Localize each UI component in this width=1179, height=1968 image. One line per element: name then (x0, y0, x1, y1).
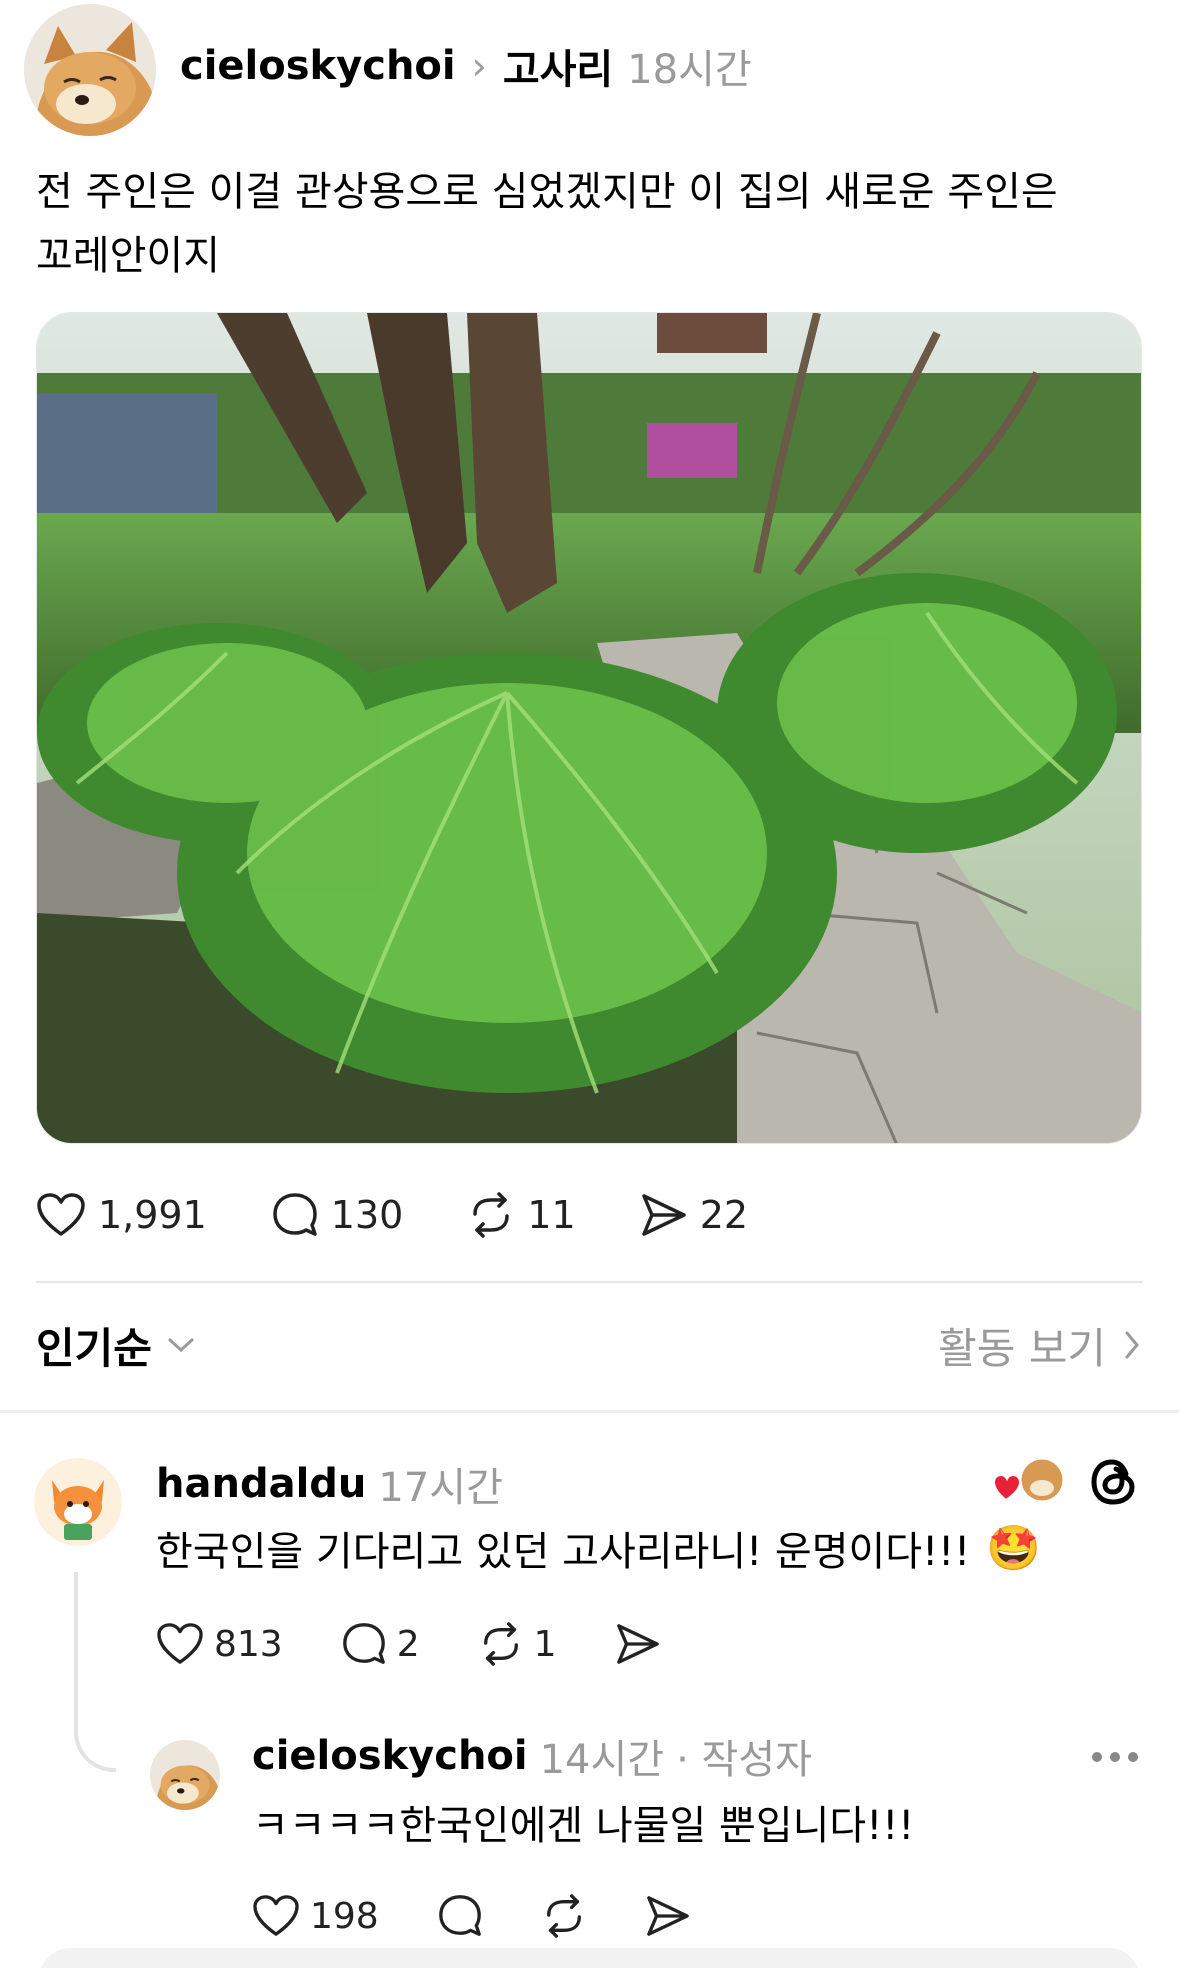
comment-repost-count: 1 (533, 1623, 557, 1665)
repost-icon (483, 1622, 518, 1666)
repost-icon (473, 1192, 510, 1238)
reply-comment-button[interactable] (437, 1893, 483, 1939)
reply-body: ㅋㅋㅋㅋ한국인에겐 나물일 뿐입니다!!! (252, 1792, 914, 1852)
comment-text: 한국인을 기다리고 있던 고사리라니! 운명이다!!! (156, 1529, 971, 1575)
comment-timestamp: 17시간 (378, 1465, 503, 1511)
reply-header: cieloskychoi 14시간 · 작성자 (252, 1726, 812, 1786)
topic-tag[interactable]: 고사리 (503, 37, 613, 95)
author-liked-icon (992, 1456, 1066, 1504)
comment-reply-count: 2 (396, 1623, 420, 1665)
reply-like-button[interactable]: 198 (252, 1894, 379, 1938)
sort-label: 인기순 (36, 1323, 152, 1373)
more-dot (1110, 1752, 1120, 1762)
repost-icon (546, 1894, 581, 1938)
comment-repost-button[interactable]: 1 (478, 1622, 557, 1666)
chevron-right-icon: › (471, 44, 487, 88)
star-struck-emoji-icon: 🤩 (986, 1523, 1041, 1574)
chevron-right-icon (1125, 1331, 1139, 1359)
more-options-button[interactable] (1092, 1752, 1138, 1762)
comment-icon (273, 1193, 317, 1236)
reply-count: 130 (330, 1193, 404, 1237)
reply-button[interactable]: 130 (271, 1191, 404, 1239)
post-text: 전 주인은 이걸 관상용으로 심었겠지만 이 집의 새로운 주인은 꼬레안이지 (36, 169, 1058, 279)
reply-avatar[interactable] (150, 1740, 220, 1810)
comment-username[interactable]: handaldu (156, 1461, 366, 1507)
reply-username[interactable]: cieloskychoi (252, 1733, 528, 1779)
send-icon (616, 1624, 659, 1664)
post-header: cieloskychoi › 고사리 18시간 (180, 36, 752, 96)
repost-count: 11 (527, 1193, 576, 1237)
comment-actions: 813 2 1 (156, 1612, 719, 1676)
section-divider (0, 1410, 1179, 1413)
share-button[interactable]: 22 (640, 1192, 748, 1238)
reply-text: ㅋㅋㅋㅋ한국인에겐 나물일 뿐입니다!!! (252, 1803, 915, 1849)
more-dot (1128, 1752, 1138, 1762)
post-username[interactable]: cieloskychoi (180, 43, 456, 89)
post-timestamp: 18시간 (627, 47, 752, 93)
activity-label: 활동 보기 (938, 1323, 1106, 1373)
heart-icon (37, 1193, 85, 1236)
comment-avatar[interactable] (34, 1458, 122, 1546)
like-count: 1,991 (98, 1193, 207, 1237)
comment-body: 한국인을 기다리고 있던 고사리라니! 운명이다!!! 🤩 (156, 1518, 1041, 1578)
post-image[interactable] (36, 312, 1142, 1144)
repost-button[interactable]: 11 (467, 1192, 576, 1238)
sort-dropdown[interactable]: 인기순 (36, 1315, 196, 1376)
like-button[interactable]: 1,991 (36, 1192, 207, 1238)
reply-timestamp: 14시간 (539, 1737, 665, 1783)
view-activity-link[interactable]: 활동 보기 (938, 1315, 1142, 1376)
chevron-down-icon (168, 1338, 194, 1353)
thread-connector-line (74, 1572, 116, 1772)
comment-header: handaldu 17시간 (156, 1454, 503, 1514)
reply-actions: 198 (252, 1886, 749, 1946)
threads-icon (1091, 1459, 1135, 1505)
reply-repost-button[interactable] (541, 1894, 587, 1938)
more-dot (1092, 1752, 1102, 1762)
author-tag: · 작성자 (676, 1737, 812, 1783)
send-icon (641, 1194, 686, 1236)
post-author-avatar[interactable] (24, 4, 156, 136)
divider (36, 1281, 1143, 1283)
author-liked-badge (992, 1456, 1066, 1508)
comment-like-button[interactable]: 813 (156, 1622, 283, 1666)
heart-icon (157, 1623, 203, 1664)
share-count: 22 (699, 1193, 749, 1237)
shiba-dog-avatar-image (150, 1740, 220, 1810)
comment-reply-button[interactable]: 2 (341, 1621, 420, 1667)
comment-like-count: 813 (214, 1623, 283, 1665)
reply-like-count: 198 (310, 1895, 379, 1937)
send-icon (646, 1896, 689, 1936)
reply-composer-bar[interactable] (40, 1948, 1139, 1968)
sort-row: 인기순 활동 보기 (36, 1310, 1142, 1380)
comment-icon (342, 1623, 385, 1664)
shiba-dog-avatar-image (24, 4, 156, 136)
fox-avatar-image (34, 1458, 122, 1546)
threads-logo-icon (1088, 1456, 1140, 1508)
comment-share-button[interactable] (615, 1622, 661, 1666)
reply-share-button[interactable] (645, 1894, 691, 1938)
post-actions: 1,991 130 11 22 (36, 1180, 812, 1250)
comment-icon (438, 1895, 481, 1936)
fern-garden-photo (37, 313, 1141, 1143)
heart-icon (253, 1895, 299, 1936)
